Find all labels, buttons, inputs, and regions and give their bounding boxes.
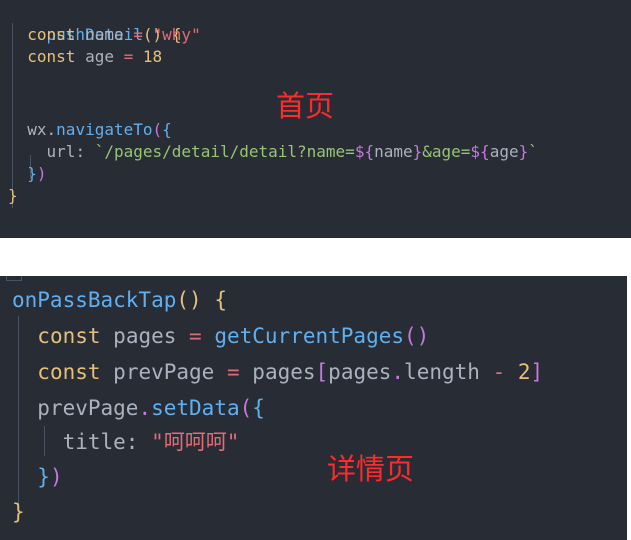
- variable: pages: [113, 324, 177, 348]
- code-line: title: "呵呵呵": [12, 428, 240, 456]
- fold-marker: [6, 276, 22, 281]
- property: length: [404, 360, 480, 384]
- operator: =: [123, 47, 134, 66]
- template-text: &age=: [422, 142, 471, 161]
- template-text: /pages/detail/detail?name=: [104, 142, 355, 161]
- variable: age: [489, 142, 519, 161]
- detail-page-label: 详情页: [327, 452, 415, 486]
- operator: =: [226, 360, 240, 384]
- variable: prevPage: [113, 360, 215, 384]
- property-key: url: [46, 142, 76, 161]
- number: 18: [142, 47, 163, 66]
- dot: .: [391, 360, 405, 384]
- code-line: const prevPage = pages[pages.length - 2]: [12, 358, 543, 386]
- colon: :: [125, 430, 139, 454]
- paren: (: [152, 120, 163, 139]
- code-line: }: [12, 498, 25, 526]
- bracket: ]: [530, 360, 544, 384]
- function-name: onPassBackTap: [12, 288, 177, 312]
- home-page-label: 首页: [276, 89, 335, 123]
- template-interp: ${: [354, 142, 375, 161]
- method: setData: [151, 396, 240, 420]
- code-line: url: `/pages/detail/detail?name=${name}&…: [8, 141, 538, 163]
- method: navigateTo: [56, 120, 153, 139]
- brace: {: [252, 396, 265, 420]
- operator: -: [492, 360, 506, 384]
- code-line: const age = 18: [8, 46, 162, 68]
- number: 2: [517, 360, 531, 384]
- operator: =: [133, 25, 143, 44]
- keyword: const: [37, 324, 101, 348]
- code-line: }: [8, 185, 18, 207]
- dot: .: [46, 120, 57, 139]
- function-call: getCurrentPages: [214, 324, 405, 348]
- keyword: const: [27, 47, 76, 66]
- object: pages: [252, 360, 316, 384]
- string: "呵呵呵": [151, 430, 240, 454]
- code-line: onPassBackTap() {: [12, 286, 227, 314]
- code-line: wx.navigateTo({: [8, 119, 172, 141]
- paren: (: [239, 396, 253, 420]
- paren: ): [49, 465, 63, 489]
- brace: {: [214, 288, 227, 312]
- brace: }: [37, 465, 50, 489]
- variable: age: [85, 47, 114, 66]
- variable: name: [85, 25, 124, 44]
- brace: }: [12, 500, 25, 524]
- operator: =: [189, 324, 202, 348]
- code-line: const pages = getCurrentPages(): [12, 322, 429, 350]
- template-tick: `: [94, 142, 105, 161]
- variable: name: [374, 142, 413, 161]
- paren: (): [404, 324, 430, 348]
- paren: ): [36, 164, 47, 183]
- keyword: const: [37, 360, 101, 384]
- template-interp: ${: [470, 142, 490, 161]
- dot: .: [138, 396, 152, 420]
- object: wx: [27, 120, 47, 139]
- code-line: prevPage.setData({: [12, 394, 265, 422]
- brace: }: [8, 186, 18, 205]
- template-tick: `: [528, 142, 538, 161]
- code-line: }): [12, 463, 63, 491]
- code-line: const name = "why": [8, 24, 201, 46]
- template-interp: }: [518, 142, 529, 161]
- property-key: title: [62, 430, 126, 454]
- object: pages: [328, 360, 392, 384]
- code-panel-detail: onPassBackTap() { const pages = getCurre…: [0, 276, 627, 540]
- bracket: [: [315, 360, 329, 384]
- brace: {: [162, 120, 172, 139]
- object: prevPage: [37, 396, 139, 420]
- colon: :: [75, 142, 86, 161]
- code-line: }): [8, 163, 47, 185]
- keyword: const: [27, 25, 76, 44]
- string: "why": [152, 25, 201, 44]
- template-interp: }: [412, 142, 423, 161]
- paren: (): [176, 288, 202, 312]
- brace: }: [27, 164, 37, 183]
